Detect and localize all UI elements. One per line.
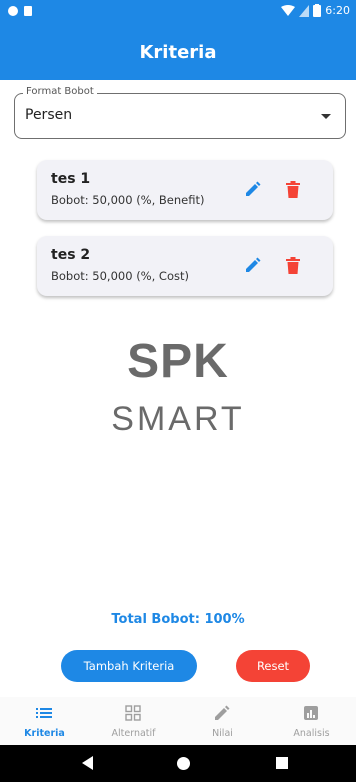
status-bar: 6:20 [0, 0, 356, 24]
nav-item-alternatif[interactable]: Alternatif [89, 697, 178, 745]
signal-icon [299, 4, 310, 17]
total-bobot: Total Bobot: 100% [111, 612, 245, 627]
nav-item-kriteria[interactable]: Kriteria [0, 697, 89, 745]
sd-card-icon [24, 6, 32, 16]
nav-item-nilai[interactable]: Nilai [178, 697, 267, 745]
reset-button[interactable]: Reset [236, 650, 310, 682]
criteria-detail: Bobot: 50,000 (%, Cost) [51, 269, 189, 283]
format-bobot-value: Persen [25, 107, 73, 123]
delete-icon[interactable] [286, 257, 300, 274]
format-bobot-label: Format Bobot [23, 86, 97, 97]
app-bar: Kriteria [0, 24, 356, 80]
recent-apps-icon[interactable] [276, 757, 288, 769]
notification-icon [8, 6, 18, 16]
chart-icon [304, 706, 318, 720]
criteria-name: tes 1 [51, 171, 91, 187]
edit-icon[interactable] [245, 257, 261, 273]
nav-label: Nilai [212, 728, 233, 739]
page-title: Kriteria [139, 41, 217, 63]
list-icon [36, 708, 52, 718]
criteria-card: tes 1 Bobot: 50,000 (%, Benefit) [37, 160, 333, 220]
status-time: 6:20 [325, 4, 350, 17]
nav-label: Analisis [293, 728, 330, 739]
pencil-icon [215, 705, 230, 720]
logo-smart: SMART [111, 400, 245, 438]
logo-spk: SPK [127, 335, 229, 388]
format-bobot-dropdown[interactable]: Format Bobot Persen [14, 86, 346, 139]
delete-icon[interactable] [286, 181, 300, 198]
back-icon[interactable] [82, 756, 93, 770]
nav-label: Alternatif [111, 728, 156, 739]
criteria-name: tes 2 [51, 247, 91, 263]
add-criteria-button[interactable]: Tambah Kriteria [61, 650, 197, 682]
criteria-card: tes 2 Bobot: 50,000 (%, Cost) [37, 236, 333, 296]
edit-icon[interactable] [245, 181, 261, 197]
wifi-icon [281, 4, 296, 16]
grid-icon [125, 705, 141, 721]
battery-icon [313, 4, 322, 17]
bottom-navigation: Kriteria Alternatif Nilai Analisis [0, 697, 356, 745]
home-icon[interactable] [177, 757, 190, 770]
nav-item-analisis[interactable]: Analisis [267, 697, 356, 745]
nav-label: Kriteria [24, 728, 65, 739]
criteria-detail: Bobot: 50,000 (%, Benefit) [51, 193, 205, 207]
system-navigation-bar [0, 745, 356, 782]
dropdown-arrow-icon [321, 114, 331, 119]
